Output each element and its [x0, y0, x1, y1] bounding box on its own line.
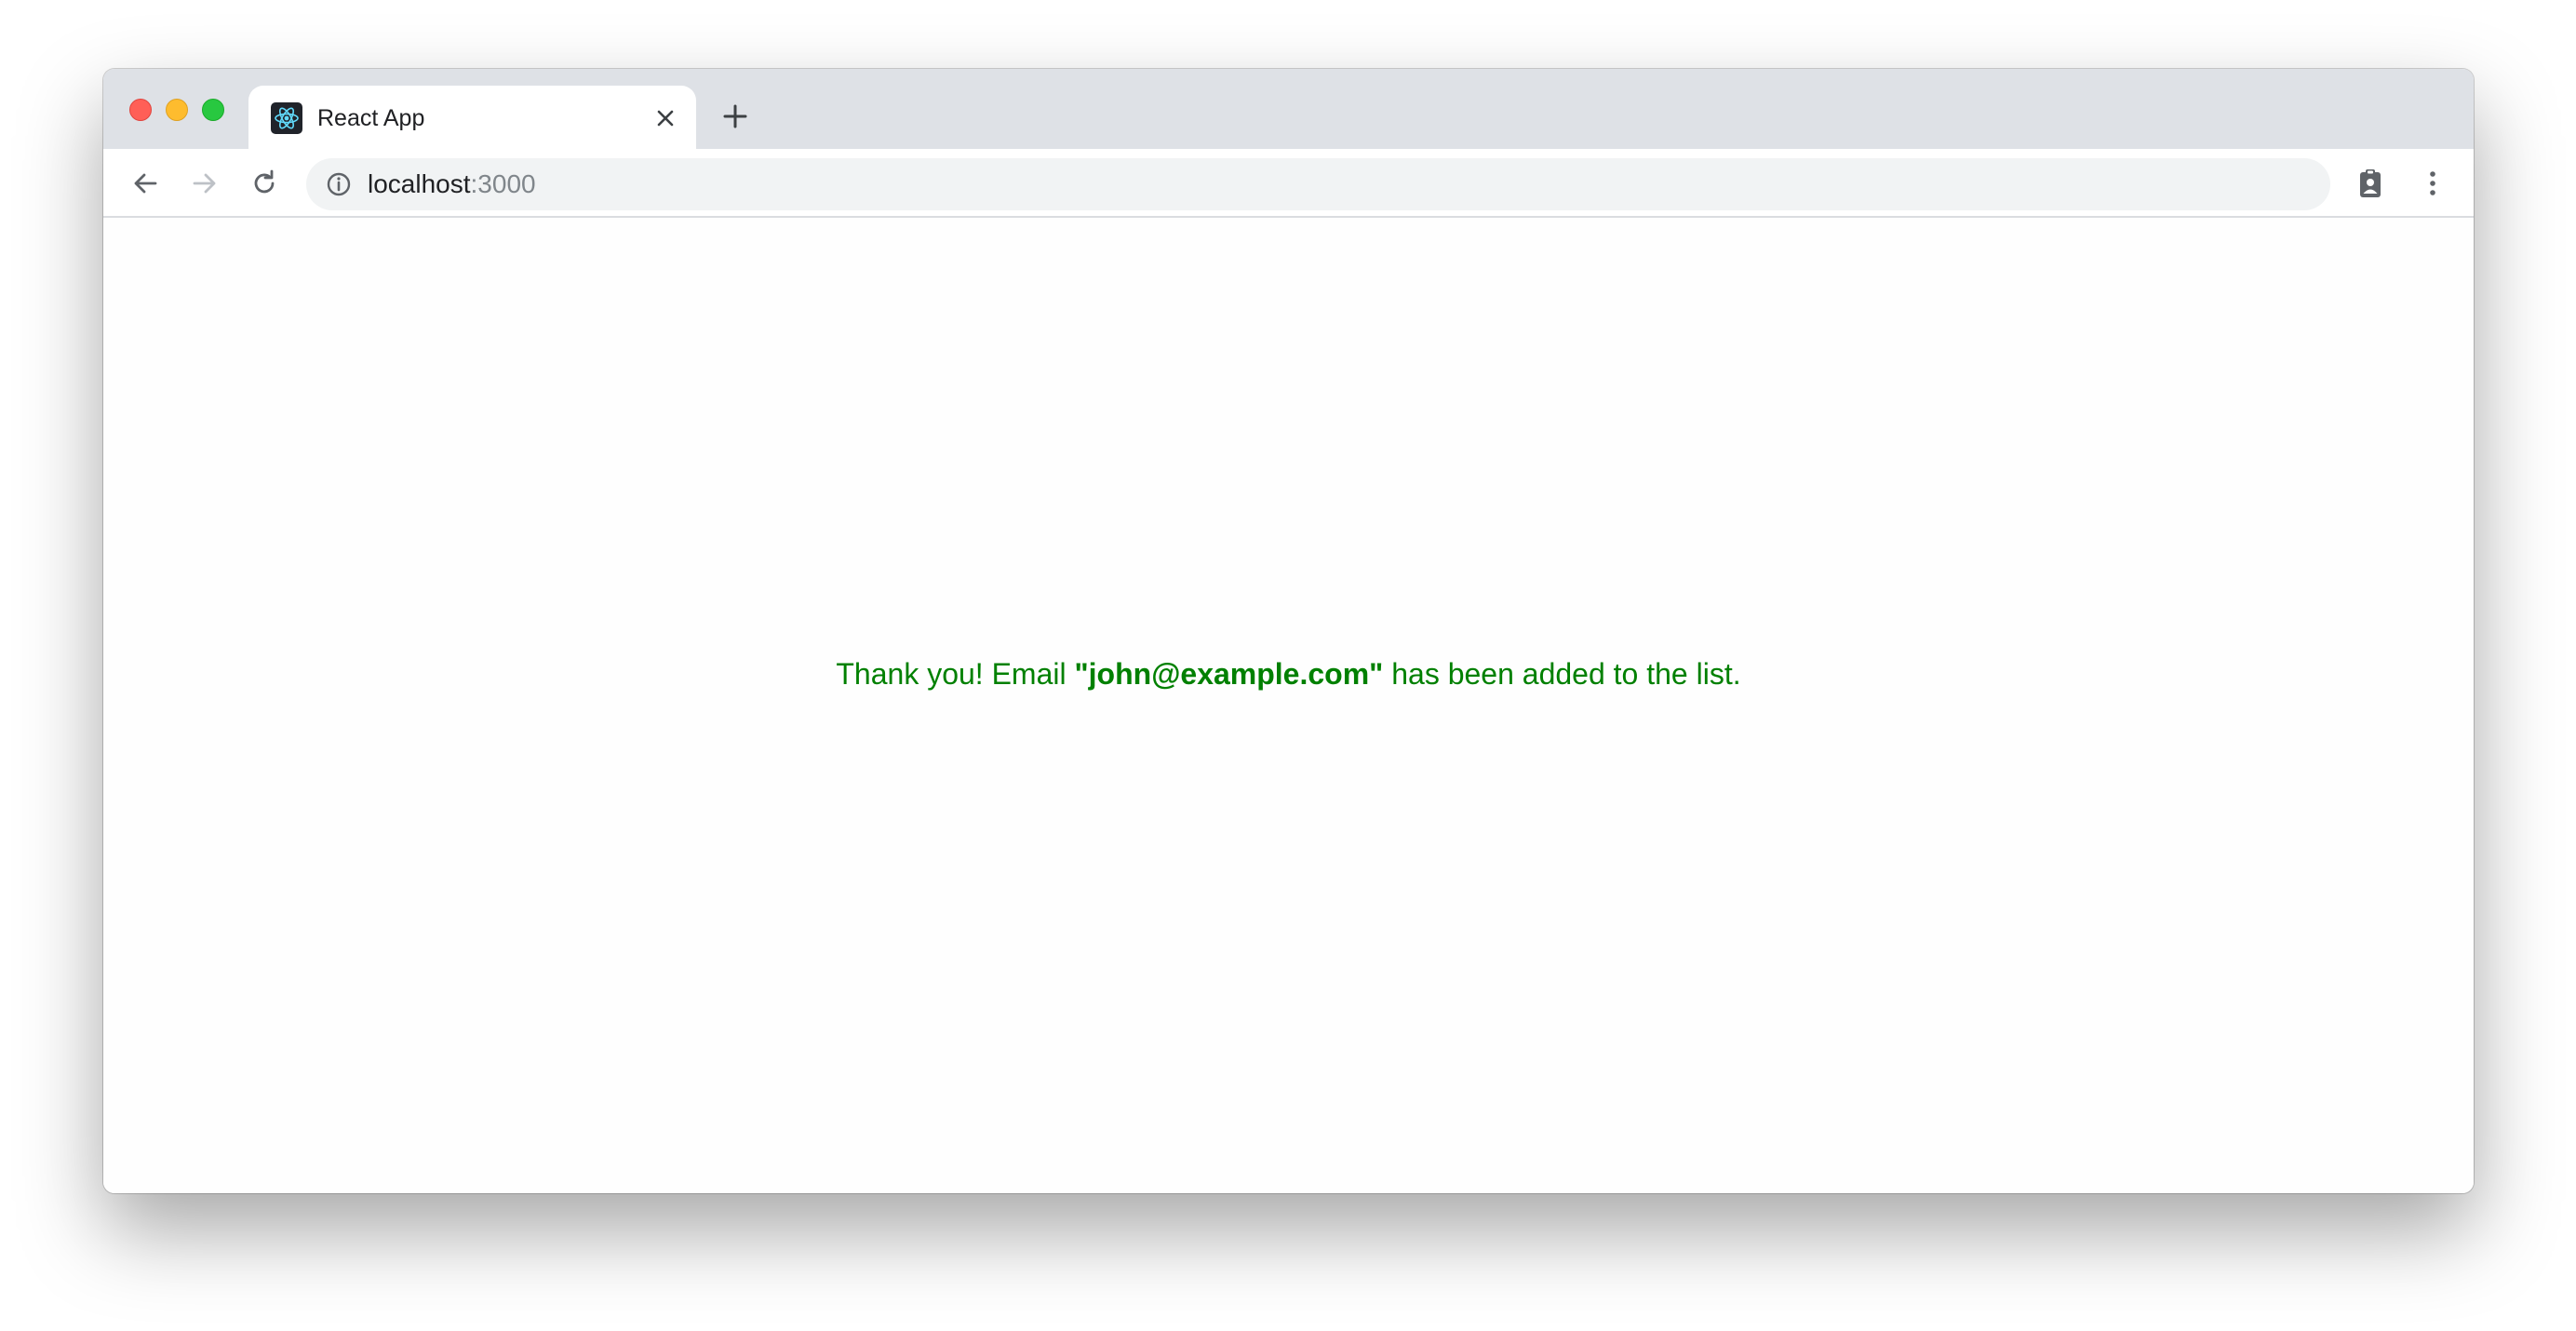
address-bar[interactable]: localhost:3000	[306, 158, 2330, 210]
url-text[interactable]: localhost:3000	[368, 170, 536, 198]
arrow-right-icon[interactable]	[187, 166, 222, 201]
browser-window: React App localhost:3000 Thank you! Emai…	[103, 69, 2474, 1193]
page-content: Thank you! Email "john@example.com" has …	[103, 218, 2474, 1193]
url-port: :3000	[470, 169, 536, 198]
minimize-window-button[interactable]	[166, 99, 188, 121]
browser-toolbar: localhost:3000	[103, 149, 2474, 218]
url-host: localhost	[368, 169, 471, 198]
tab-title: React App	[317, 105, 425, 131]
close-icon[interactable]	[651, 104, 679, 132]
title-bar: React App	[103, 69, 2474, 149]
confirmation-message: Thank you! Email "john@example.com" has …	[103, 655, 2474, 692]
message-email: "john@example.com"	[1074, 657, 1384, 691]
browser-tab[interactable]: React App	[248, 86, 696, 149]
react-logo-icon	[271, 102, 302, 134]
arrow-left-icon[interactable]	[127, 166, 163, 201]
message-prefix: Thank you! Email	[836, 657, 1075, 691]
info-icon[interactable]	[325, 170, 353, 198]
message-suffix: has been added to the list.	[1383, 657, 1741, 691]
maximize-window-button[interactable]	[202, 99, 224, 121]
plus-icon[interactable]	[719, 101, 751, 132]
reload-icon[interactable]	[247, 166, 282, 201]
close-window-button[interactable]	[129, 99, 152, 121]
clipboard-person-icon[interactable]	[2353, 166, 2388, 201]
kebab-menu-icon[interactable]	[2415, 166, 2450, 201]
